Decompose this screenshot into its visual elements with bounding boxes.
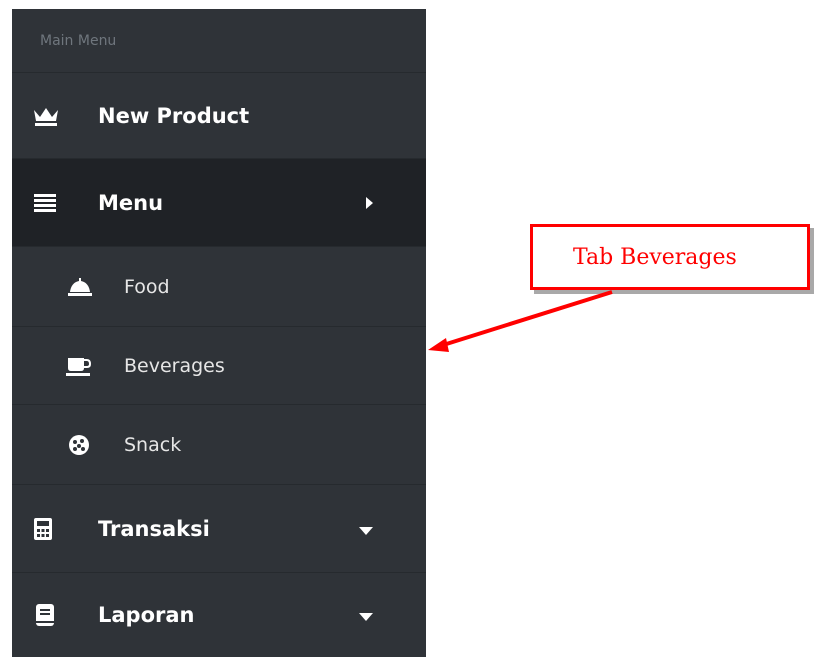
book-icon [36,604,54,626]
sidebar-item-label: Beverages [124,354,225,377]
sidebar-item-label: Transaksi [98,516,210,541]
sidebar-item-label: Menu [98,190,164,215]
sidebar-header: Main Menu [12,9,426,73]
sidebar-item-label: Food [124,275,170,298]
list-icon [34,193,56,213]
sidebar-item-label: New Product [98,103,250,128]
sidebar-item-food[interactable]: Food [12,247,426,327]
caret-right-icon [364,191,374,215]
sidebar-item-snack[interactable]: Snack [12,405,426,485]
annotation-callout: Tab Beverages [530,224,810,290]
sidebar-item-label: Snack [124,433,182,456]
sidebar: Main Menu New Product Menu Food Beverage… [12,9,426,657]
sidebar-item-transaksi[interactable]: Transaksi [12,485,426,573]
sidebar-item-label: Laporan [98,603,195,627]
crown-icon [32,104,60,128]
caret-down-icon [358,517,374,541]
caret-down-icon [358,603,374,627]
cup-icon [66,356,92,376]
sidebar-item-menu[interactable]: Menu [12,159,426,247]
bell-icon [68,277,92,296]
sidebar-item-laporan[interactable]: Laporan [12,573,426,657]
sidebar-item-new-product[interactable]: New Product [12,73,426,159]
calculator-icon [34,517,52,540]
callout-text: Tab Beverages [573,244,737,270]
snack-icon [68,434,90,456]
sidebar-item-beverages[interactable]: Beverages [12,327,426,405]
